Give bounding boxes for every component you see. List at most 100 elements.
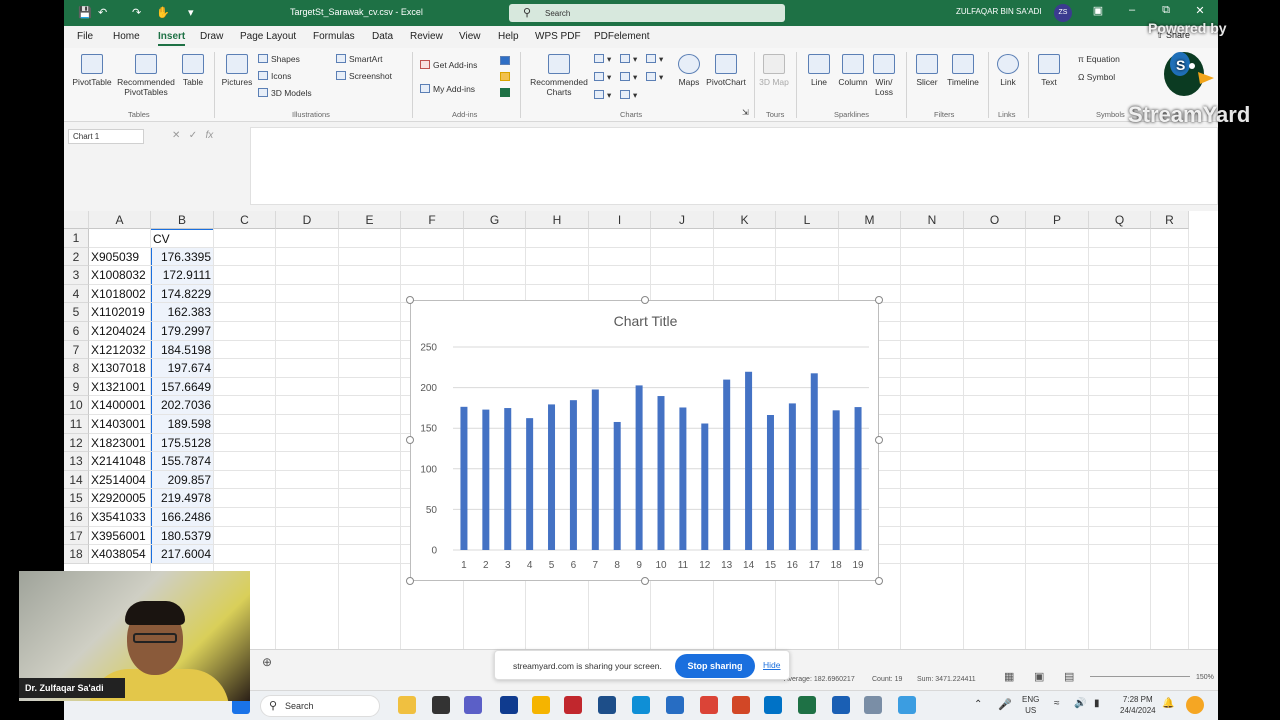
column-header-l[interactable]: L [776, 211, 839, 229]
row-header[interactable]: 12 [64, 433, 89, 453]
cell-a[interactable]: X905039 [89, 248, 151, 267]
cell-b[interactable]: 157.6649 [151, 377, 214, 397]
3d-models-button[interactable]: 3D Models [258, 88, 312, 98]
cell-b[interactable]: 189.598 [151, 415, 214, 434]
cell-b[interactable]: 162.383 [151, 303, 214, 322]
tab-wps-pdf[interactable]: WPS PDF [535, 31, 581, 42]
input-language[interactable]: ENG US [1022, 694, 1039, 716]
notification-bell-icon[interactable]: 🔔 [1162, 698, 1174, 709]
cell-b[interactable]: 172.9111 [151, 266, 214, 285]
cell-a[interactable]: X4038054 [89, 545, 151, 564]
cell-b[interactable]: 202.7036 [151, 396, 214, 415]
charts-dialog-launcher-icon[interactable]: ⇲ [742, 108, 749, 117]
redo-icon[interactable]: ↷ [132, 6, 141, 19]
cell-b[interactable]: 179.2997 [151, 322, 214, 341]
r-app-icon[interactable] [666, 696, 684, 714]
cell-a[interactable] [89, 229, 151, 248]
column-header-e[interactable]: E [339, 211, 401, 229]
microphone-icon[interactable]: 🎤 [998, 698, 1012, 711]
copilot-icon[interactable] [1186, 696, 1204, 714]
add-sheet-icon[interactable]: ⊕ [262, 655, 272, 669]
cell-a[interactable]: X1823001 [89, 434, 151, 453]
ribbon-display-icon[interactable]: ▣ [1090, 4, 1106, 17]
column-chart[interactable]: Chart Title 0 50 100 150 200 250 1 2 3 4 5 6 7 8 9 10 11 1… [410, 300, 879, 581]
tray-chevron-icon[interactable]: ⌃ [974, 699, 982, 710]
cell-b[interactable]: 174.8229 [151, 284, 214, 304]
notepad-icon[interactable] [832, 696, 850, 714]
hierarchy-chart-button[interactable]: ▾ [620, 54, 637, 65]
row-header[interactable]: 15 [64, 489, 89, 508]
teams-icon[interactable] [464, 696, 482, 714]
cell-a[interactable]: X1403001 [89, 415, 151, 434]
chrome-icon[interactable] [700, 696, 718, 714]
pie-chart-button[interactable]: ▾ [594, 90, 611, 101]
tab-home[interactable]: Home [113, 31, 140, 42]
widgets-icon[interactable] [398, 696, 416, 714]
row-header[interactable]: 7 [64, 340, 89, 360]
edge-icon[interactable] [632, 696, 650, 714]
pivotchart-button[interactable]: PivotChart [704, 54, 748, 87]
tab-data[interactable]: Data [372, 31, 393, 42]
chart-resize-handle[interactable] [641, 296, 649, 304]
column-header-c[interactable]: C [214, 211, 276, 229]
row-header[interactable]: 11 [64, 415, 89, 434]
sparkline-winloss-button[interactable]: Win/ Loss [870, 54, 898, 97]
scatter-chart-button[interactable]: ▾ [620, 90, 637, 101]
cell-a[interactable]: X2141048 [89, 452, 151, 471]
page-layout-view-icon[interactable]: ▣ [1034, 670, 1044, 683]
row-header[interactable]: 16 [64, 508, 89, 527]
taskbar-search[interactable]: ⚲ Search [260, 695, 380, 717]
tab-help[interactable]: Help [498, 31, 519, 42]
sparkline-line-button[interactable]: Line [804, 54, 834, 87]
equation-button[interactable]: π Equation [1078, 54, 1120, 64]
cell-b[interactable]: CV [151, 229, 214, 248]
touch-mode-icon[interactable]: ✋ [156, 6, 170, 19]
chart-resize-handle[interactable] [406, 577, 414, 585]
undo-icon[interactable]: ↶ [98, 6, 107, 19]
zoom-slider[interactable] [1090, 676, 1190, 677]
line-chart-button[interactable]: ▾ [594, 72, 611, 83]
cell-a[interactable]: X2920005 [89, 489, 151, 508]
table-button[interactable]: Table [178, 54, 208, 87]
maps-button[interactable]: Maps [674, 54, 704, 87]
column-header-d[interactable]: D [276, 211, 339, 229]
cell-a[interactable]: X1008032 [89, 266, 151, 285]
cell-b[interactable]: 217.6004 [151, 545, 214, 564]
chart-resize-handle[interactable] [406, 436, 414, 444]
cell-a[interactable]: X1321001 [89, 378, 151, 397]
row-header[interactable]: 10 [64, 396, 89, 415]
addin-icon-2[interactable] [500, 72, 513, 82]
cell-b[interactable]: 197.674 [151, 359, 214, 378]
column-header-r[interactable]: R [1151, 211, 1189, 229]
pivottable-button[interactable]: PivotTable [70, 54, 114, 87]
customize-qa-icon[interactable]: ▾ [188, 6, 194, 19]
cell-b[interactable]: 209.857 [151, 470, 214, 490]
timeline-button[interactable]: Timeline [944, 54, 982, 87]
stop-sharing-button[interactable]: Stop sharing [675, 654, 755, 678]
mcafee-icon[interactable] [564, 696, 582, 714]
tab-review[interactable]: Review [410, 31, 443, 42]
tab-insert[interactable]: Insert [158, 31, 186, 46]
cell-b[interactable]: 166.2486 [151, 508, 214, 527]
column-header-i[interactable]: I [589, 211, 651, 229]
addin-icon-3[interactable] [500, 88, 513, 98]
cell-b[interactable]: 184.5198 [151, 340, 214, 360]
battery-icon[interactable]: ▮ [1094, 698, 1100, 709]
cell-a[interactable]: X1102019 [89, 303, 151, 322]
row-header[interactable]: 3 [64, 266, 89, 285]
cell-b[interactable]: 180.5379 [151, 526, 214, 546]
text-button[interactable]: Text [1036, 54, 1062, 87]
row-header[interactable]: 13 [64, 452, 89, 471]
tab-pdfelement[interactable]: PDFelement [594, 31, 650, 42]
file-explorer-icon[interactable] [532, 696, 550, 714]
cell-a[interactable]: X1204024 [89, 322, 151, 341]
cell-a[interactable]: X3541033 [89, 508, 151, 527]
column-header-o[interactable]: O [964, 211, 1026, 229]
restore-icon[interactable]: ⧉ [1158, 4, 1174, 17]
row-header[interactable]: 17 [64, 526, 89, 546]
cell-b[interactable]: 176.3395 [151, 247, 214, 267]
tab-file[interactable]: File [77, 31, 93, 42]
my-addins-button[interactable]: My Add-ins [420, 84, 475, 94]
column-header-f[interactable]: F [401, 211, 464, 229]
sparkline-column-button[interactable]: Column [836, 54, 870, 87]
